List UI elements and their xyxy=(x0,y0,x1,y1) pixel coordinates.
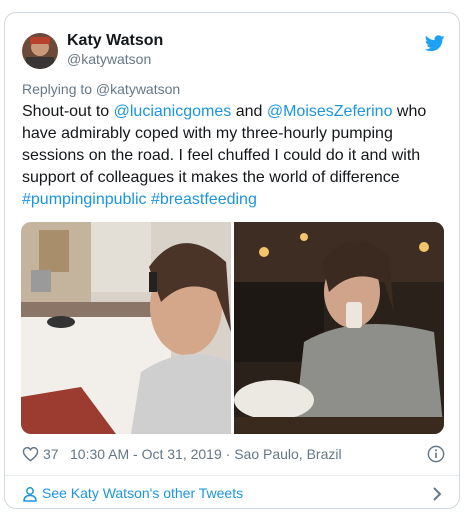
heart-icon[interactable] xyxy=(22,446,39,462)
tweet-card: Katy Watson @katywatson Replying to @kat… xyxy=(4,12,460,509)
like-count[interactable]: 37 xyxy=(43,446,59,462)
tweet-media[interactable] xyxy=(21,222,444,434)
reply-context[interactable]: Replying to @katywatson xyxy=(22,81,180,97)
twitter-bird-icon[interactable] xyxy=(425,35,445,52)
text-segment: and xyxy=(231,103,267,120)
mention-link[interactable]: @lucianicgomes xyxy=(114,103,232,120)
author-handle[interactable]: @katywatson xyxy=(67,51,151,67)
photo-restaurant[interactable] xyxy=(234,222,444,434)
text-segment: Shout-out to xyxy=(22,103,114,120)
hashtag-link[interactable]: #breastfeeding xyxy=(151,191,257,208)
mention-link[interactable]: @MoisesZeferino xyxy=(267,103,393,120)
tweet-meta: 37 10:30 AM - Oct 31, 2019 · Sao Paulo, … xyxy=(22,445,445,465)
person-icon xyxy=(23,487,37,502)
footer-divider xyxy=(5,475,459,476)
author-name[interactable]: Katy Watson xyxy=(67,32,163,50)
other-tweets-link[interactable]: See Katy Watson's other Tweets xyxy=(22,484,444,504)
author-avatar[interactable] xyxy=(22,33,58,69)
info-icon[interactable] xyxy=(427,445,445,463)
photo-hotel-room[interactable] xyxy=(21,222,231,434)
other-tweets-label[interactable]: See Katy Watson's other Tweets xyxy=(42,485,243,501)
chevron-right-icon[interactable] xyxy=(430,486,444,502)
tweet-text: Shout-out to @lucianicgomes and @MoisesZ… xyxy=(22,101,444,211)
hashtag-link[interactable]: #pumpinginpublic xyxy=(22,191,147,208)
tweet-timestamp-location[interactable]: 10:30 AM - Oct 31, 2019 · Sao Paulo, Bra… xyxy=(70,446,342,462)
